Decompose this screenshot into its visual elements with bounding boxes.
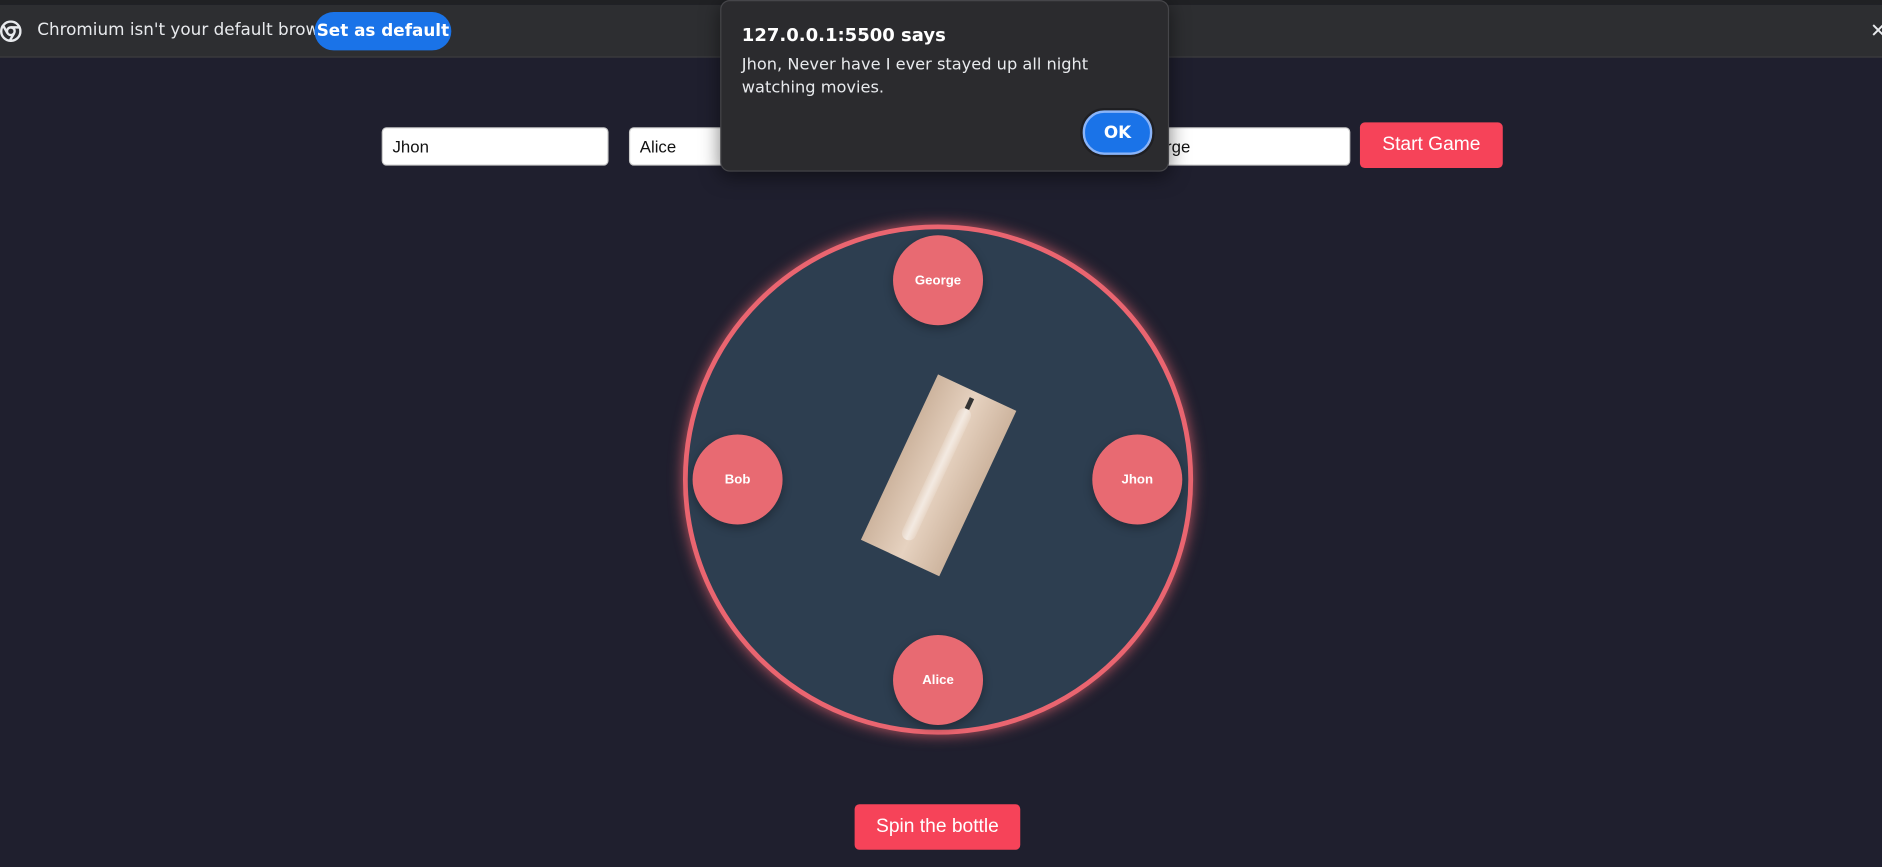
chromium-logo-icon — [0, 20, 22, 43]
player2-name-input[interactable] — [628, 127, 725, 166]
alert-dialog: 127.0.0.1:5500 says Jhon, Never have I e… — [720, 0, 1170, 172]
infobar-message: Chromium isn't your default browser — [37, 20, 346, 40]
dialog-message: Jhon, Never have I ever stayed up all ni… — [741, 55, 1089, 98]
player-seat-top: George — [893, 235, 984, 326]
spin-bottle-button[interactable]: Spin the bottle — [854, 804, 1021, 850]
player-seat-bottom: Alice — [893, 634, 984, 725]
close-icon[interactable]: ✕ — [1870, 19, 1882, 42]
player1-name-input[interactable] — [381, 127, 609, 166]
player-seat-left: Bob — [692, 434, 783, 525]
player-seat-right: Jhon — [1092, 434, 1183, 525]
set-as-default-button[interactable]: Set as default — [314, 12, 452, 51]
dialog-title: 127.0.0.1:5500 says — [741, 24, 946, 46]
dialog-ok-button[interactable]: OK — [1082, 110, 1153, 155]
start-game-button[interactable]: Start Game — [1359, 122, 1503, 169]
